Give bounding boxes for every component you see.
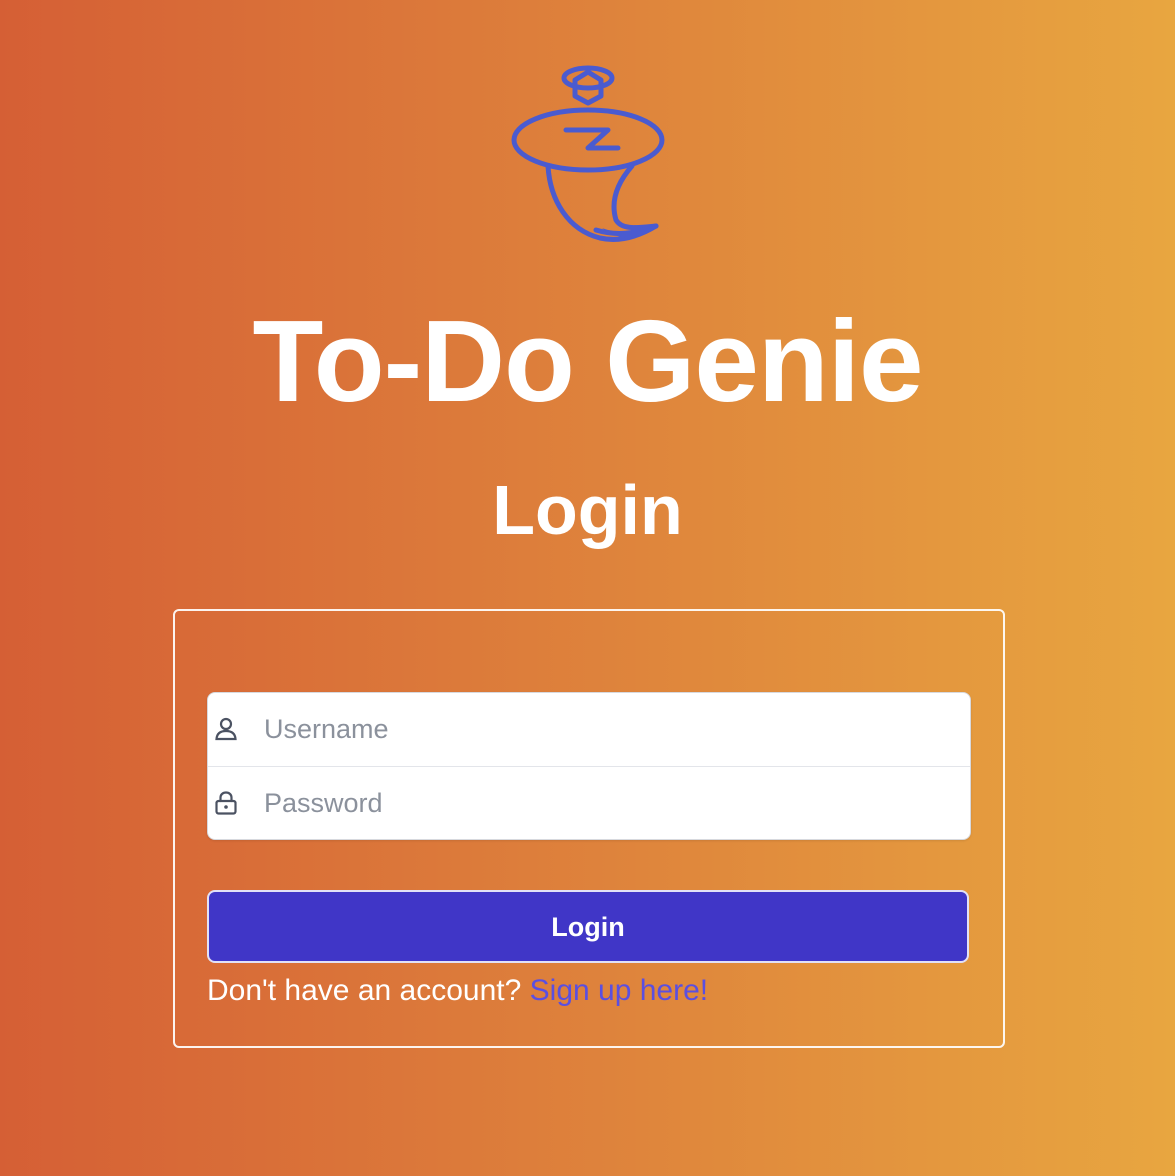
login-card: Login Don't have an account? Sign up her… — [173, 609, 1005, 1048]
password-row — [208, 767, 970, 839]
username-row — [208, 693, 970, 767]
signup-prompt-line: Don't have an account? Sign up here! — [207, 969, 708, 1013]
username-input[interactable] — [264, 693, 954, 765]
signup-link[interactable]: Sign up here! — [530, 974, 708, 1007]
lock-icon — [215, 791, 237, 815]
page-title: Login — [492, 471, 683, 549]
credentials-field-group — [207, 692, 971, 840]
login-button[interactable]: Login — [207, 890, 969, 963]
app-title: To-Do Genie — [252, 296, 924, 426]
password-input[interactable] — [264, 767, 954, 839]
user-icon — [215, 717, 237, 741]
genie-logo-icon — [511, 65, 665, 242]
signup-prompt-text: Don't have an account? — [207, 974, 522, 1007]
